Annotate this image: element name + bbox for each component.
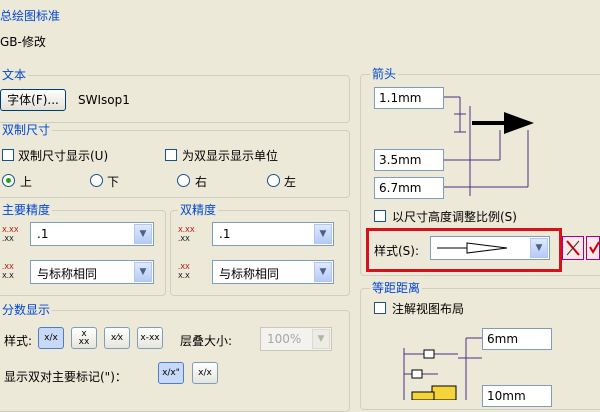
show-dual-marks-label: 显示双对主要标记(")：	[4, 370, 127, 384]
arrow-style-select[interactable]: ▼	[430, 236, 550, 260]
position-left-label: 左	[284, 175, 297, 189]
open-arrow-icon	[437, 242, 508, 254]
svg-text:X.XX: X.XX	[178, 226, 195, 234]
show-units-label: 为双显示显示单位	[182, 149, 279, 163]
svg-text:.XX: .XX	[178, 263, 190, 271]
fraction-style-stacked-button[interactable]: x xx	[71, 327, 97, 349]
svg-text:X.X: X.X	[2, 272, 14, 280]
position-right-label: 右	[195, 175, 208, 189]
chevron-down-icon[interactable]: ▼	[314, 262, 332, 282]
arrow-style-edit-button[interactable]	[562, 236, 584, 260]
svg-text:.XX: .XX	[178, 235, 190, 243]
chevron-down-icon[interactable]: ▼	[530, 238, 548, 258]
scale-by-height-label: 以尺寸高度调整比例(S)	[392, 210, 517, 224]
standard-value: GB-修改	[0, 35, 46, 49]
position-left-radio[interactable]	[267, 174, 280, 187]
position-bottom-radio[interactable]	[90, 174, 103, 187]
stack-size-value: 100%	[267, 332, 302, 346]
font-button[interactable]: 字体(F)...	[0, 89, 66, 111]
position-right-radio[interactable]	[177, 174, 190, 187]
annotation-layout-label: 注解视图布局	[392, 302, 465, 316]
primary-precision-title: 主要精度	[0, 203, 53, 217]
dual-mark-plain-button[interactable]: x/x	[192, 362, 218, 384]
arrow-group-title: 箭头	[370, 67, 399, 81]
primary-precision-select[interactable]: .1 ▼	[30, 222, 154, 246]
standard-label: 总绘图标准	[0, 9, 61, 23]
annotation-layout-checkbox[interactable]	[374, 302, 386, 314]
dual-dimension-group	[0, 130, 350, 198]
chevron-down-icon[interactable]: ▼	[134, 262, 152, 282]
show-dual-label: 双制尺寸显示(U)	[18, 149, 109, 163]
chevron-down-icon[interactable]: ▼	[134, 224, 152, 244]
offset-input-1[interactable]: 6mm	[482, 328, 552, 350]
fraction-display-title: 分数显示	[0, 303, 53, 317]
svg-text:X.XX: X.XX	[2, 226, 18, 234]
fraction-style-label: 样式:	[4, 334, 33, 348]
arrow-style-label: 样式(S):	[374, 244, 420, 258]
dual-precision-select[interactable]: .1 ▼	[212, 222, 334, 246]
position-top-label: 上	[20, 175, 33, 189]
scale-by-height-checkbox[interactable]	[374, 210, 386, 222]
stack-size-select[interactable]: 100% ▼	[260, 327, 332, 351]
offset-distance-title: 等距距离	[370, 281, 423, 295]
offset-input-2[interactable]: 10mm	[482, 385, 552, 407]
svg-text:X.X: X.X	[178, 272, 190, 280]
svg-text:.XX: .XX	[2, 263, 14, 271]
fraction-style-diagonal-button[interactable]: x⁄x	[104, 327, 130, 349]
tolerance-precision-icon: .XX X.X	[2, 262, 18, 280]
fraction-display-group	[0, 310, 350, 412]
fraction-style-plain-button[interactable]: x-xx	[137, 327, 163, 349]
check-icon	[589, 241, 600, 254]
precision-icon: X.XX .XX	[2, 225, 19, 243]
arrow-size-input-2[interactable]: 3.5mm	[374, 149, 444, 171]
arrow-size-input-1[interactable]: 1.1mm	[374, 87, 444, 109]
position-bottom-label: 下	[107, 175, 120, 189]
primary-tolerance-value: 与标称相同	[37, 267, 98, 281]
stack-size-label: 层叠大小:	[180, 334, 233, 348]
precision-icon: X.XX .XX	[178, 225, 195, 243]
primary-tolerance-select[interactable]: 与标称相同 ▼	[30, 260, 154, 284]
arrow-style-extra-button[interactable]	[586, 236, 600, 260]
show-units-checkbox[interactable]	[165, 149, 177, 161]
dual-dimension-title: 双制尺寸	[0, 123, 53, 137]
fraction-style-inline-button[interactable]: x/x	[38, 327, 64, 349]
dual-tolerance-value: 与标称相同	[219, 267, 280, 281]
dual-mark-inline-button[interactable]: x/x"	[158, 362, 184, 384]
edit-arrow-icon	[566, 240, 580, 256]
dual-precision-title: 双精度	[178, 203, 219, 217]
chevron-down-icon[interactable]: ▼	[312, 329, 330, 349]
svg-text:.XX: .XX	[2, 235, 14, 243]
text-group-title: 文本	[0, 68, 29, 82]
chevron-down-icon[interactable]: ▼	[314, 224, 332, 244]
primary-precision-value: .1	[37, 227, 49, 241]
arrow-size-input-3[interactable]: 6.7mm	[374, 177, 444, 199]
arrow-dimension-diagram	[444, 96, 534, 196]
tolerance-precision-icon: .XX X.X	[178, 262, 194, 280]
position-top-radio[interactable]	[2, 174, 15, 187]
font-name: SWIsop1	[78, 93, 130, 107]
dual-tolerance-select[interactable]: 与标称相同 ▼	[212, 260, 334, 284]
dual-precision-value: .1	[219, 227, 231, 241]
offset-dimension-diagram	[403, 337, 482, 400]
show-dual-checkbox[interactable]	[2, 149, 14, 161]
